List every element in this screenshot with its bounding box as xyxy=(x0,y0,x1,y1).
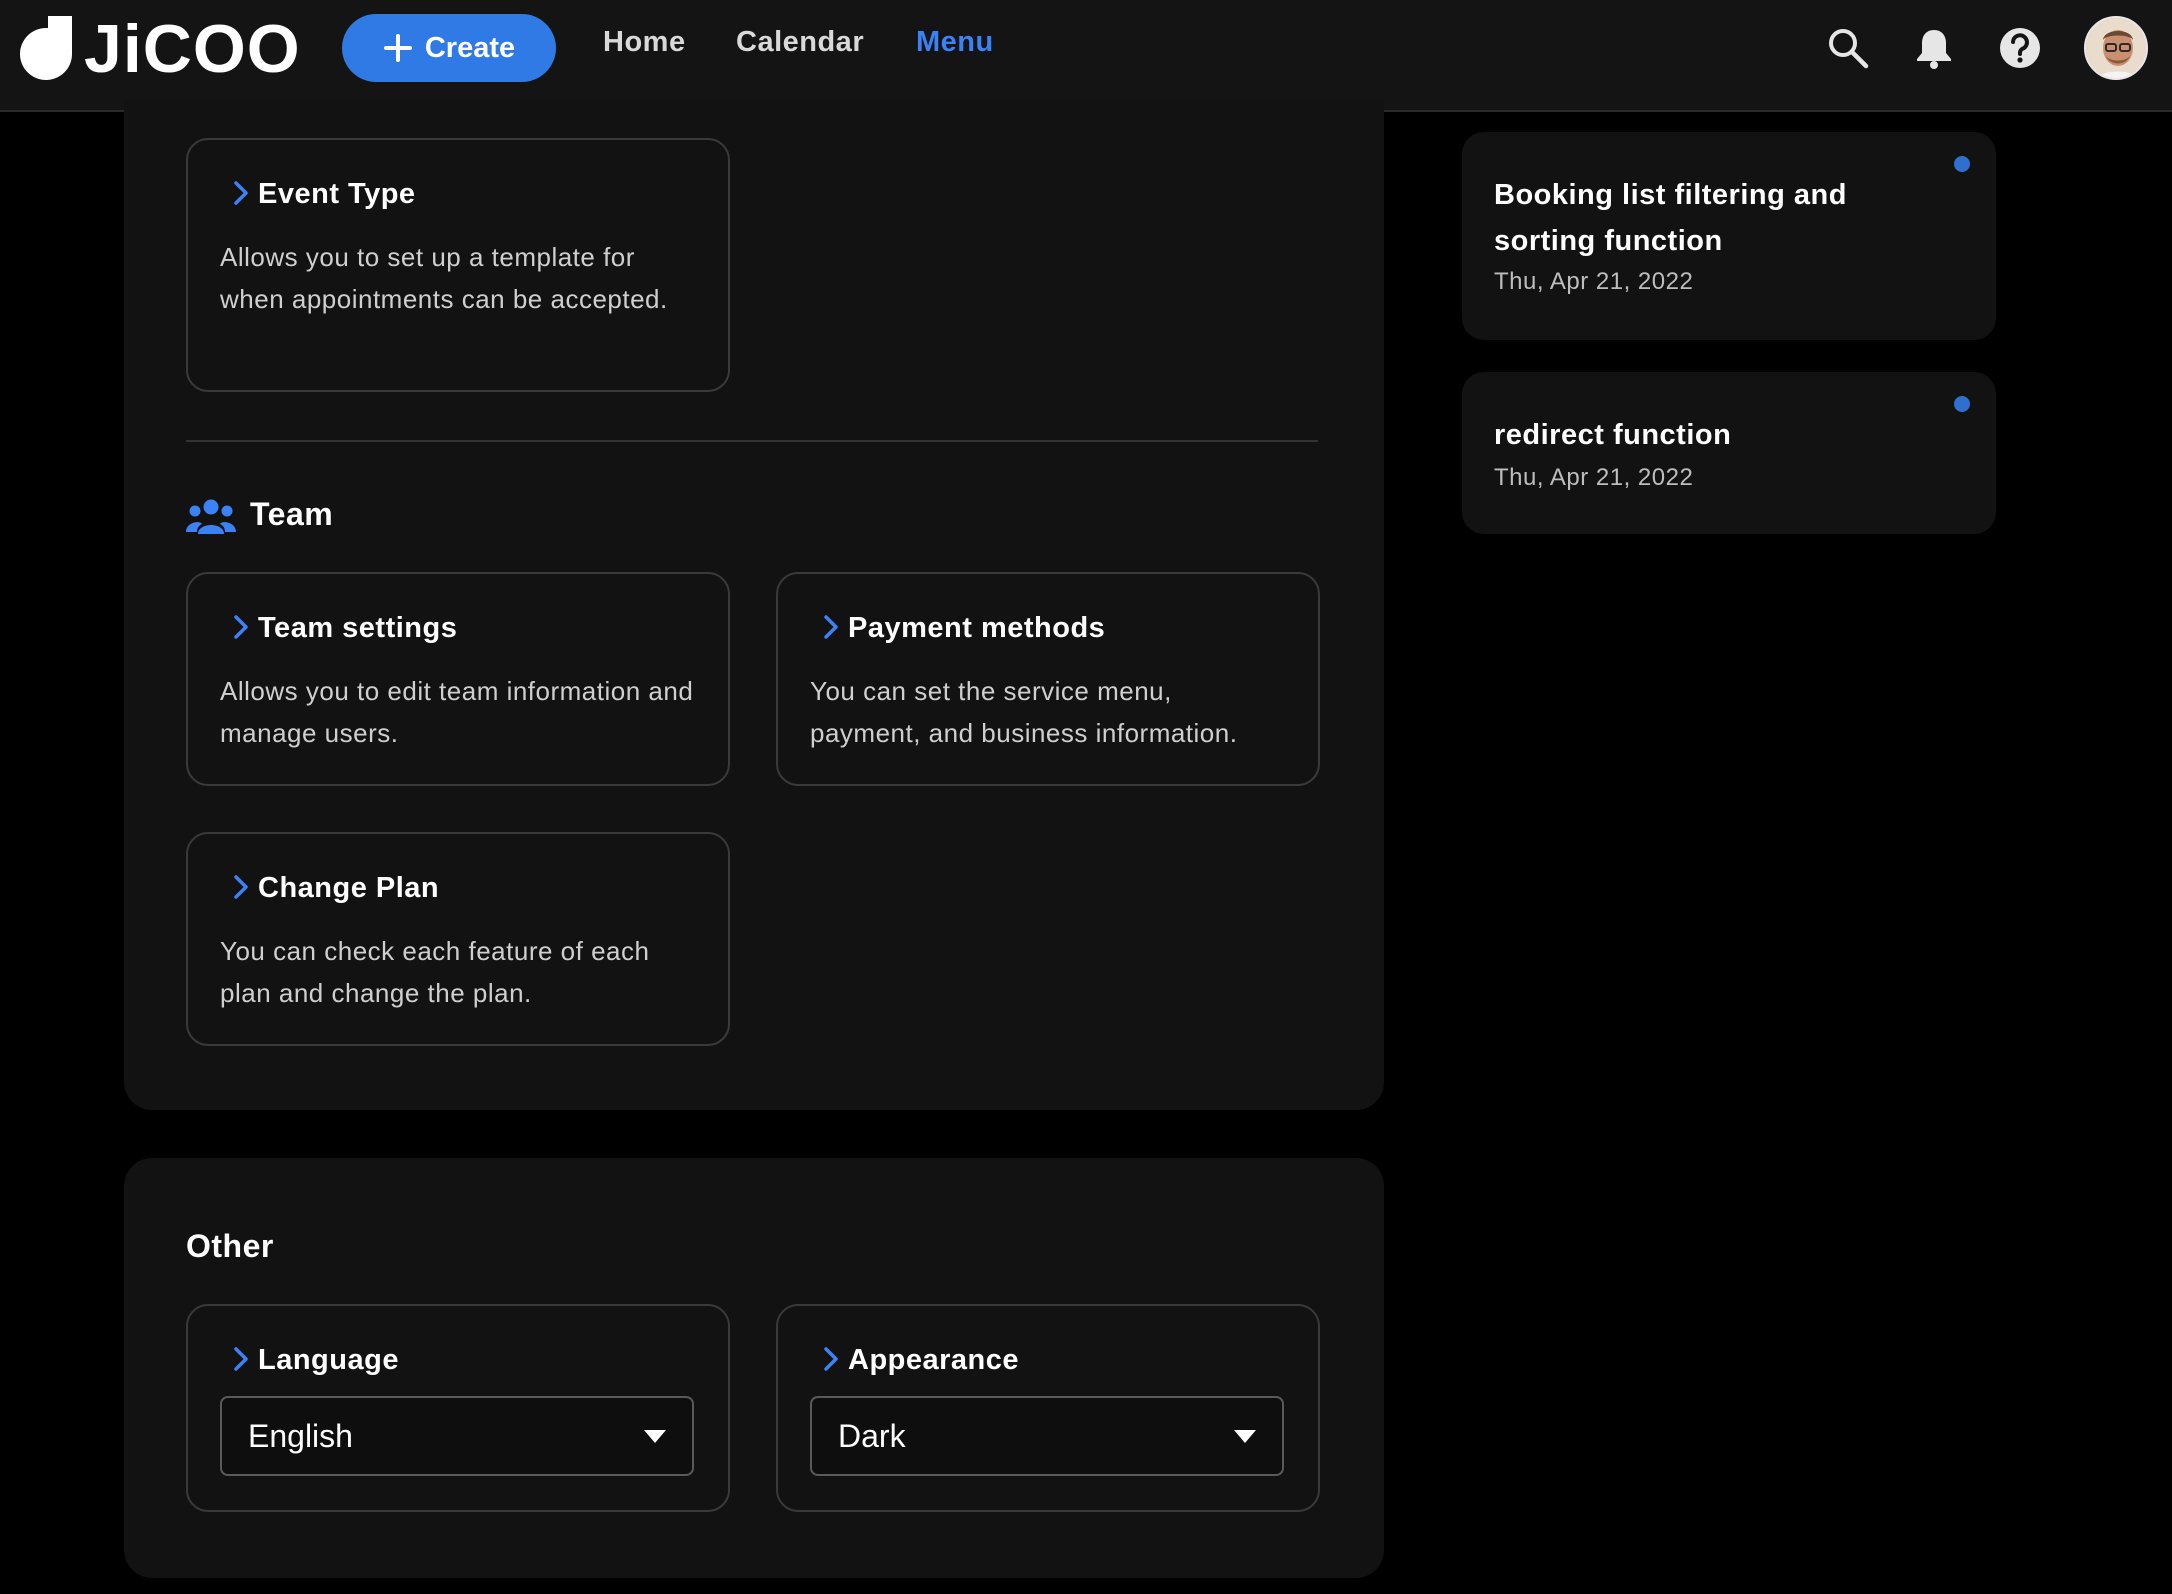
help-icon[interactable] xyxy=(1998,26,2042,70)
chevron-right-icon xyxy=(234,1347,248,1371)
notice-item[interactable]: redirect function Thu, Apr 21, 2022 xyxy=(1462,372,1996,534)
card-title: Event Type xyxy=(258,178,416,210)
unread-dot xyxy=(1954,156,1970,172)
team-heading: Team xyxy=(250,496,334,532)
caret-down-icon xyxy=(1234,1430,1256,1443)
top-bar: JiCOO Create Home Calendar Menu xyxy=(0,0,2172,112)
nav-calendar[interactable]: Calendar xyxy=(736,26,864,59)
card-title: Payment methods xyxy=(848,612,1106,644)
language-select[interactable]: English xyxy=(220,1396,694,1476)
create-button[interactable]: Create xyxy=(342,14,556,82)
card-title: Team settings xyxy=(258,612,458,644)
chevron-right-icon xyxy=(234,875,248,899)
chevron-right-icon xyxy=(234,615,248,639)
card-title: Change Plan xyxy=(258,872,440,904)
create-button-label: Create xyxy=(424,31,516,64)
card-description: You can check each feature of each plan … xyxy=(220,936,650,1008)
appearance-select-value: Dark xyxy=(838,1418,906,1454)
avatar-portrait-icon xyxy=(2086,18,2146,78)
caret-down-icon xyxy=(644,1430,666,1443)
logo-mark-icon xyxy=(20,16,72,80)
notice-item[interactable]: Booking list filtering and sorting funct… xyxy=(1462,132,1996,340)
notice-title: redirect function xyxy=(1494,419,1732,451)
search-icon[interactable] xyxy=(1826,26,1870,70)
avatar[interactable] xyxy=(2084,16,2148,80)
nav-home[interactable]: Home xyxy=(603,26,686,59)
event-type-card[interactable]: Event Type Allows you to set up a templa… xyxy=(186,138,730,392)
card-title: Language xyxy=(258,1344,399,1376)
appearance-select[interactable]: Dark xyxy=(810,1396,1284,1476)
card-description: Allows you to edit team information and … xyxy=(220,676,694,748)
appearance-card: Appearance Dark xyxy=(776,1304,1320,1512)
team-settings-card[interactable]: Team settings Allows you to edit team in… xyxy=(186,572,730,786)
app-logo[interactable]: JiCOO xyxy=(18,14,301,84)
language-card: Language English xyxy=(186,1304,730,1512)
change-plan-card[interactable]: Change Plan You can check each feature o… xyxy=(186,832,730,1046)
language-select-value: English xyxy=(248,1418,353,1454)
logo-text: JiCOO xyxy=(84,11,301,87)
team-icon xyxy=(186,499,236,534)
card-title: Appearance xyxy=(848,1344,1020,1376)
chevron-right-icon xyxy=(234,181,248,205)
notice-date: Thu, Apr 21, 2022 xyxy=(1494,268,1694,295)
payment-methods-card[interactable]: Payment methods You can set the service … xyxy=(776,572,1320,786)
notice-date: Thu, Apr 21, 2022 xyxy=(1494,464,1694,491)
card-description: You can set the service menu, payment, a… xyxy=(810,676,1238,748)
section-divider xyxy=(186,440,1318,442)
nav-menu[interactable]: Menu xyxy=(916,26,994,59)
notice-title: Booking list filtering and sorting funct… xyxy=(1494,179,1847,257)
chevron-right-icon xyxy=(824,1347,838,1371)
chevron-right-icon xyxy=(824,615,838,639)
bell-icon[interactable] xyxy=(1912,26,1956,70)
other-heading: Other xyxy=(186,1228,274,1264)
card-description: Allows you to set up a template for when… xyxy=(220,242,668,314)
plus-icon xyxy=(383,34,412,62)
unread-dot xyxy=(1954,396,1970,412)
